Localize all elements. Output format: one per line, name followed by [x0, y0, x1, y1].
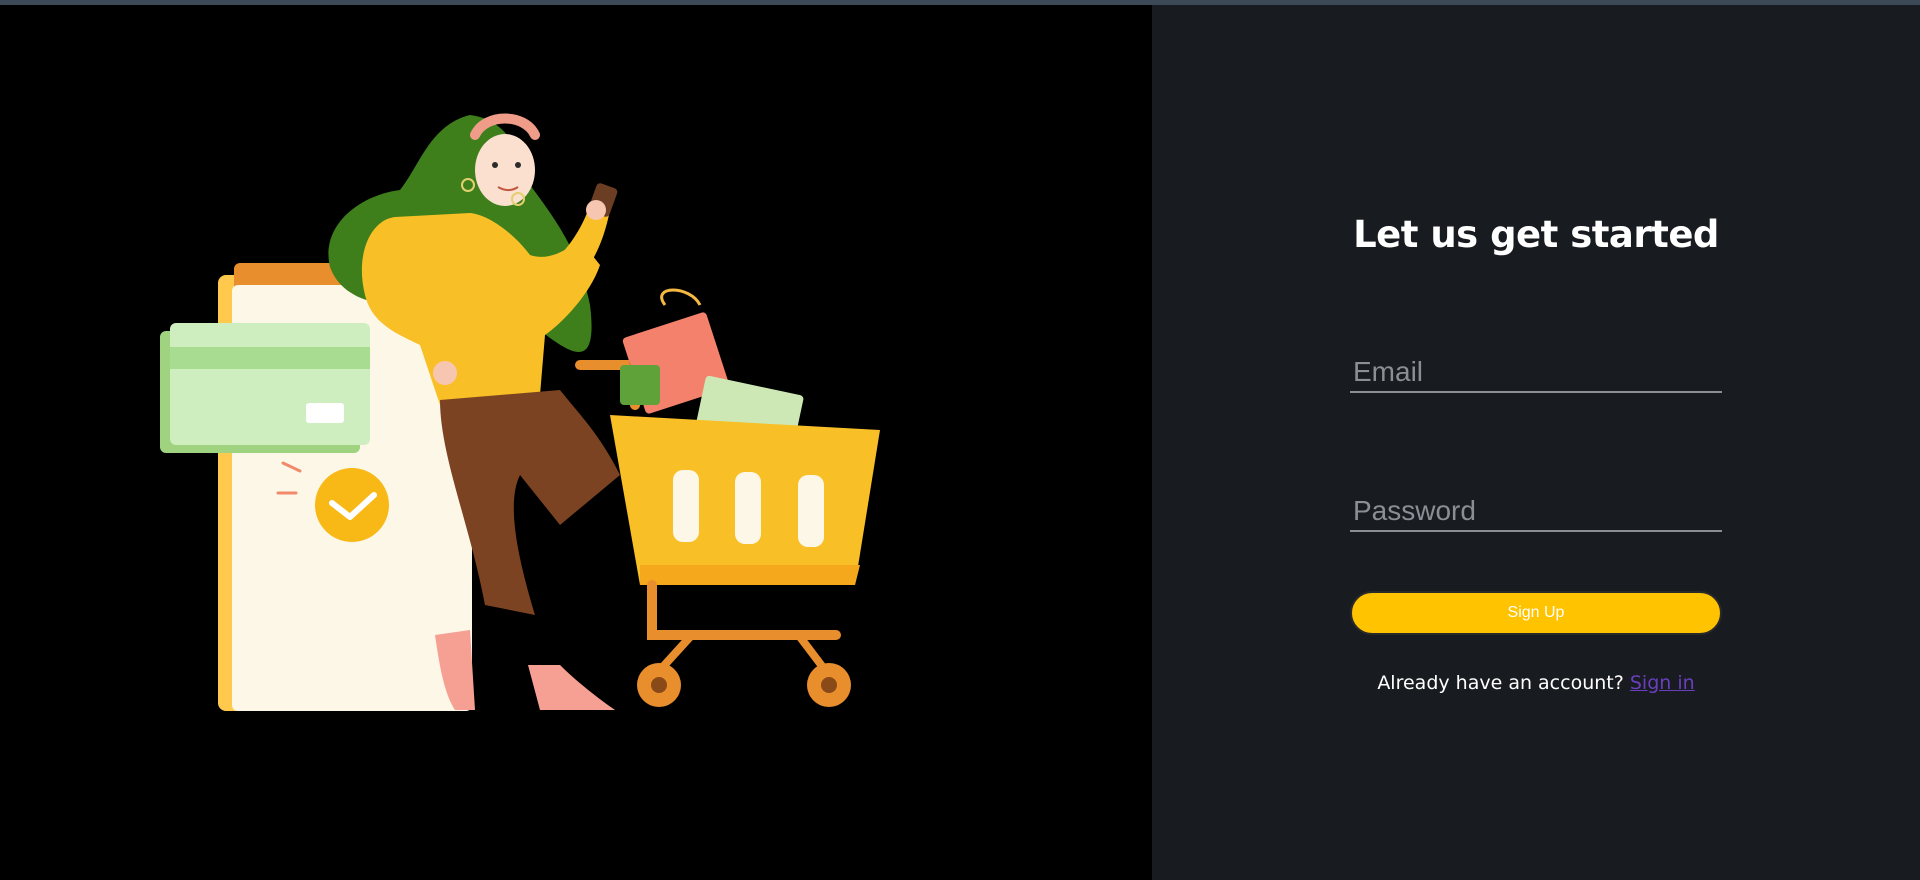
signin-prompt: Already have an account? — [1377, 672, 1624, 694]
email-field-container — [1350, 353, 1722, 393]
signin-row: Already have an account? Sign in — [1350, 672, 1722, 694]
sign-up-button[interactable]: Sign Up — [1350, 591, 1722, 635]
page-title: Let us get started — [1353, 213, 1719, 256]
sign-in-link[interactable]: Sign in — [1630, 672, 1695, 694]
password-field-container — [1350, 492, 1722, 532]
shopping-illustration-icon — [160, 113, 880, 711]
password-field[interactable] — [1350, 492, 1722, 530]
signup-page: Let us get started Sign Up Already have … — [0, 5, 1920, 880]
illustration-panel — [0, 5, 1152, 880]
email-field[interactable] — [1350, 353, 1722, 391]
signup-form-panel: Let us get started Sign Up Already have … — [1152, 5, 1920, 880]
